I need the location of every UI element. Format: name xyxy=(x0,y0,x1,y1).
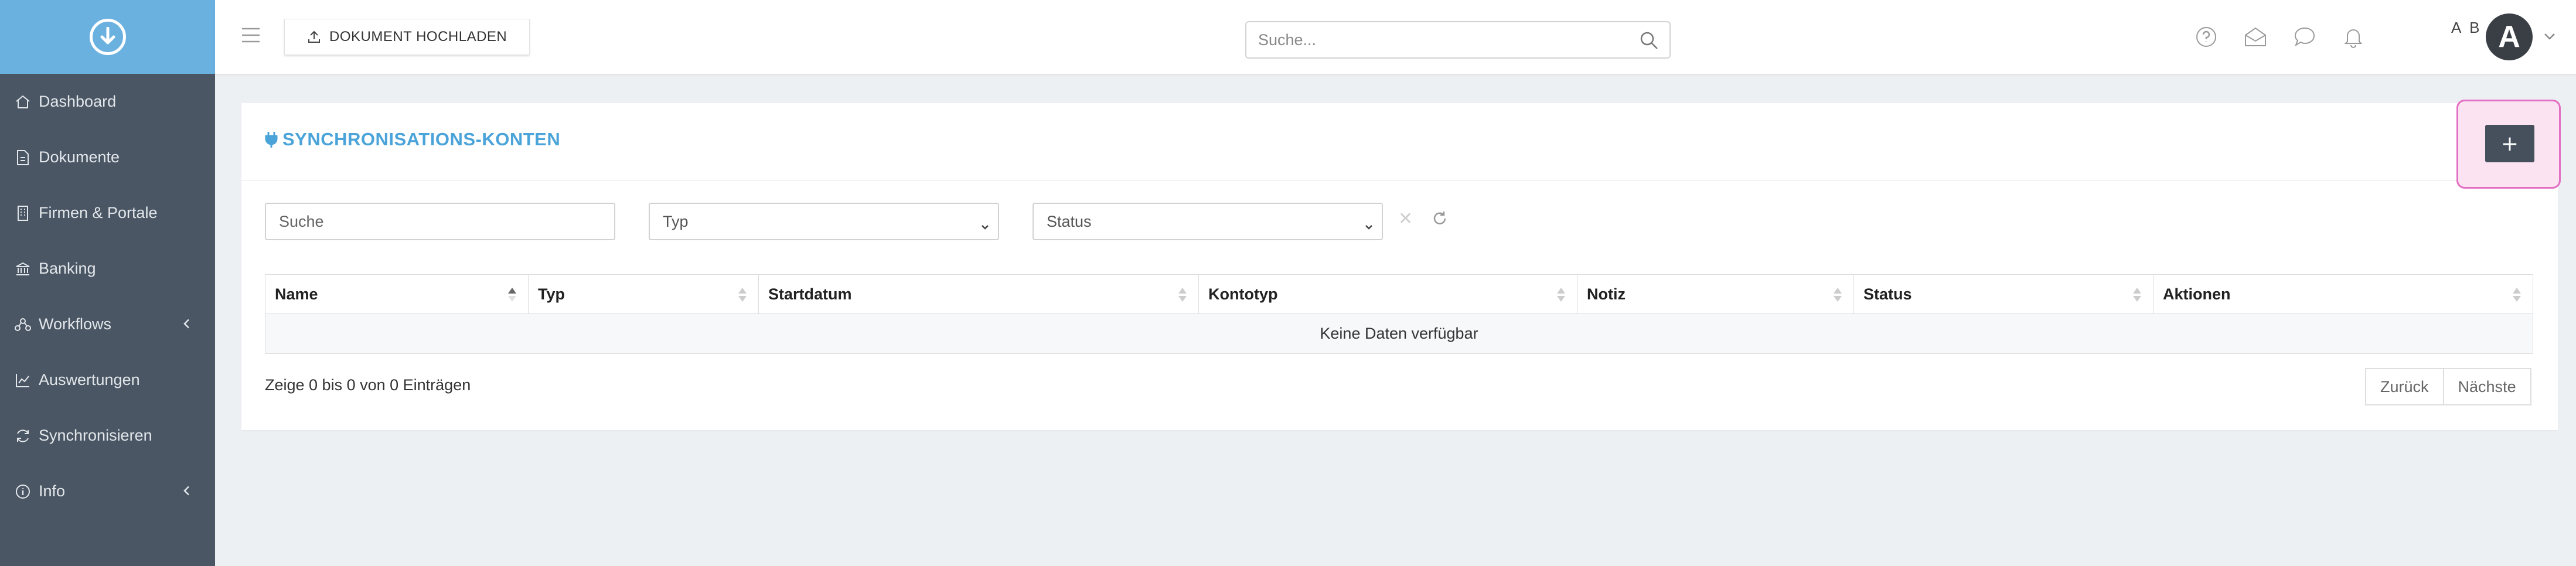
column-header-label: Startdatum xyxy=(768,285,852,303)
mail-open-icon[interactable] xyxy=(2244,26,2267,51)
sort-icon xyxy=(2132,285,2142,308)
column-header-notiz[interactable]: Notiz xyxy=(1577,275,1854,313)
clear-filters-icon[interactable]: ✕ xyxy=(1398,209,1413,229)
add-account-button[interactable]: + xyxy=(2485,125,2534,162)
home-icon xyxy=(13,92,33,112)
sidebar-item-dashboard[interactable]: Dashboard xyxy=(0,74,215,129)
sidebar: Dashboard Dokumente Firmen & Portale Ban… xyxy=(0,0,215,566)
info-icon xyxy=(13,482,33,502)
sidebar-item-synchronisieren[interactable]: Synchronisieren xyxy=(0,408,215,463)
filter-search-input[interactable] xyxy=(265,203,615,240)
column-header-name[interactable]: Name xyxy=(265,275,529,313)
column-header-kontotyp[interactable]: Kontotyp xyxy=(1199,275,1577,313)
avatar-letter: A xyxy=(2498,20,2520,54)
sidebar-item-label: Banking xyxy=(39,260,96,277)
column-header-label: Kontotyp xyxy=(1208,285,1278,303)
sort-icon xyxy=(2512,285,2522,308)
column-header-status[interactable]: Status xyxy=(1854,275,2154,313)
sort-asc-icon xyxy=(507,285,517,308)
upload-icon xyxy=(307,30,321,44)
chat-icon[interactable] xyxy=(2293,26,2316,51)
column-header-startdatum[interactable]: Startdatum xyxy=(759,275,1199,313)
download-arrow-icon xyxy=(89,19,126,55)
plug-icon xyxy=(265,131,278,148)
column-header-label: Name xyxy=(275,285,318,303)
type-filter-value: Typ xyxy=(663,212,689,230)
upload-document-button[interactable]: DOKUMENT HOCHLADEN xyxy=(284,19,530,55)
document-icon xyxy=(13,148,33,168)
status-filter-select[interactable]: Status xyxy=(1033,203,1383,240)
table-info: Zeige 0 bis 0 von 0 Einträgen xyxy=(265,376,471,394)
bell-icon[interactable] xyxy=(2342,26,2364,51)
sidebar-item-label: Synchronisieren xyxy=(39,427,152,444)
sidebar-item-label: Dashboard xyxy=(39,93,117,110)
prev-page-button[interactable]: Zurück xyxy=(2365,368,2444,405)
avatar[interactable]: A xyxy=(2486,13,2533,60)
chevron-down-icon xyxy=(980,217,990,235)
building-icon xyxy=(13,203,33,223)
column-header-aktionen[interactable]: Aktionen xyxy=(2154,275,2533,313)
chevron-down-icon[interactable] xyxy=(2543,32,2556,43)
bank-icon xyxy=(13,259,33,279)
empty-text: Keine Daten verfügbar xyxy=(1320,325,1478,342)
chart-icon xyxy=(13,370,33,390)
sort-icon xyxy=(737,285,748,308)
sidebar-item-label: Firmen & Portale xyxy=(39,204,158,221)
page-title-text: SYNCHRONISATIONS-KONTEN xyxy=(282,129,561,149)
sidebar-item-label: Auswertungen xyxy=(39,371,140,388)
column-header-label: Notiz xyxy=(1587,285,1626,303)
sidebar-item-workflows[interactable]: Workflows xyxy=(0,296,215,352)
upload-document-label: DOKUMENT HOCHLADEN xyxy=(329,29,507,45)
column-header-label: Aktionen xyxy=(2163,285,2231,303)
sidebar-item-label: Dokumente xyxy=(39,148,120,166)
sidebar-item-label: Workflows xyxy=(39,315,112,333)
column-header-label: Typ xyxy=(538,285,565,303)
sidebar-item-dokumente[interactable]: Dokumente xyxy=(0,129,215,185)
chevron-down-icon xyxy=(1364,217,1374,235)
logo[interactable] xyxy=(0,0,215,74)
chevron-left-icon xyxy=(182,315,190,333)
sync-accounts-table: Name Typ Startdatum Kontotyp Notiz Statu… xyxy=(265,274,2533,354)
sidebar-item-firmen[interactable]: Firmen & Portale xyxy=(0,185,215,241)
sidebar-nav: Dashboard Dokumente Firmen & Portale Ban… xyxy=(0,74,215,519)
global-search-input[interactable] xyxy=(1246,22,1633,57)
help-icon[interactable] xyxy=(2195,26,2217,51)
chevron-left-icon xyxy=(182,482,190,500)
top-header: DOKUMENT HOCHLADEN A B A xyxy=(215,0,2576,74)
sort-icon xyxy=(1177,285,1188,308)
sort-icon xyxy=(1556,285,1566,308)
sync-icon xyxy=(13,426,33,446)
sync-accounts-panel: SYNCHRONISATIONS-KONTEN + Typ Status ✕ N… xyxy=(241,100,2561,430)
sort-icon xyxy=(1832,285,1843,308)
workflow-icon xyxy=(13,315,33,335)
next-page-button[interactable]: Nächste xyxy=(2444,368,2531,405)
search-icon[interactable] xyxy=(1639,30,1659,53)
column-header-typ[interactable]: Typ xyxy=(529,275,759,313)
panel-divider xyxy=(241,180,2558,181)
global-search xyxy=(1245,21,1671,59)
pagination: Zurück Nächste xyxy=(2365,368,2531,405)
user-initials: A B xyxy=(2451,19,2482,36)
page-title: SYNCHRONISATIONS-KONTEN xyxy=(265,129,560,150)
sidebar-item-label: Info xyxy=(39,482,66,500)
hamburger-menu-icon[interactable] xyxy=(241,26,261,47)
type-filter-select[interactable]: Typ xyxy=(649,203,999,240)
table-header: Name Typ Startdatum Kontotyp Notiz Statu… xyxy=(265,274,2533,314)
status-filter-value: Status xyxy=(1047,212,1092,230)
sidebar-item-banking[interactable]: Banking xyxy=(0,241,215,296)
sidebar-item-auswertungen[interactable]: Auswertungen xyxy=(0,352,215,408)
reload-icon[interactable] xyxy=(1431,210,1449,230)
sidebar-item-info[interactable]: Info xyxy=(0,463,215,519)
column-header-label: Status xyxy=(1863,285,1912,303)
table-empty-row: Keine Daten verfügbar xyxy=(265,314,2533,354)
